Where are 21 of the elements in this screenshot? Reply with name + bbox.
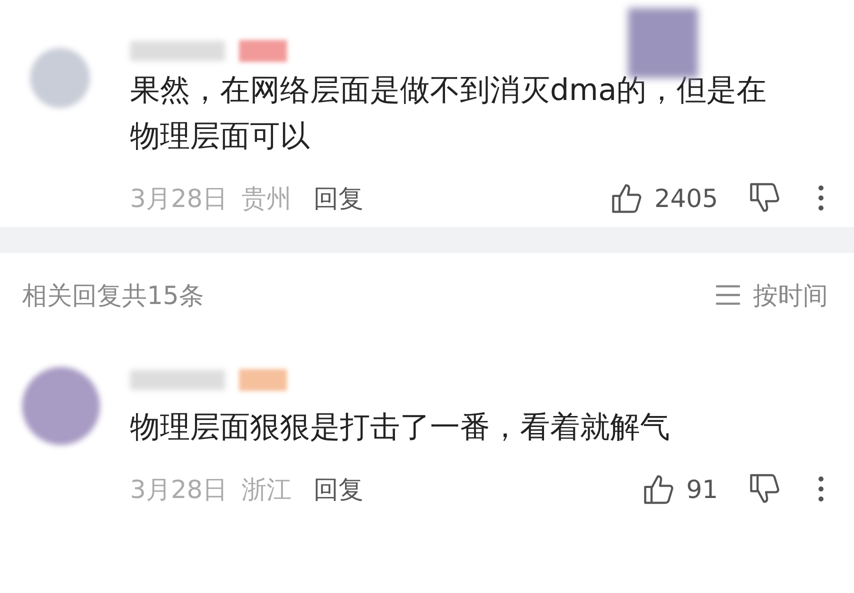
like-count: 2405 bbox=[654, 184, 718, 212]
comment-location: 浙江 bbox=[242, 474, 292, 506]
menu-icon bbox=[715, 284, 741, 306]
reply-button[interactable]: 回复 bbox=[314, 182, 364, 214]
like-count: 91 bbox=[686, 474, 718, 504]
comment-date: 3月28日 bbox=[130, 182, 228, 214]
reply-button[interactable]: 回复 bbox=[314, 472, 364, 506]
thumbs-down-icon[interactable] bbox=[748, 181, 782, 215]
more-icon[interactable] bbox=[818, 185, 824, 211]
more-icon[interactable] bbox=[818, 476, 824, 502]
comment-text: 果然，在网络层面是做不到消灭dma的，但是在物理层面可以 bbox=[130, 72, 768, 156]
comment-date: 3月28日 bbox=[130, 474, 228, 506]
sort-button[interactable]: 按时间 bbox=[715, 278, 828, 312]
comment-text: 物理层面狠狠是打击了一番，看着就解气 bbox=[130, 409, 671, 447]
reply-count: 相关回复共15条 bbox=[22, 280, 204, 312]
blurred-badge bbox=[239, 40, 287, 62]
blurred-avatar bbox=[628, 8, 698, 78]
comment-location: 贵州 bbox=[242, 182, 292, 214]
blurred-badge bbox=[239, 369, 287, 391]
thumbs-down-icon[interactable] bbox=[748, 472, 782, 506]
blurred-avatar bbox=[30, 48, 90, 108]
